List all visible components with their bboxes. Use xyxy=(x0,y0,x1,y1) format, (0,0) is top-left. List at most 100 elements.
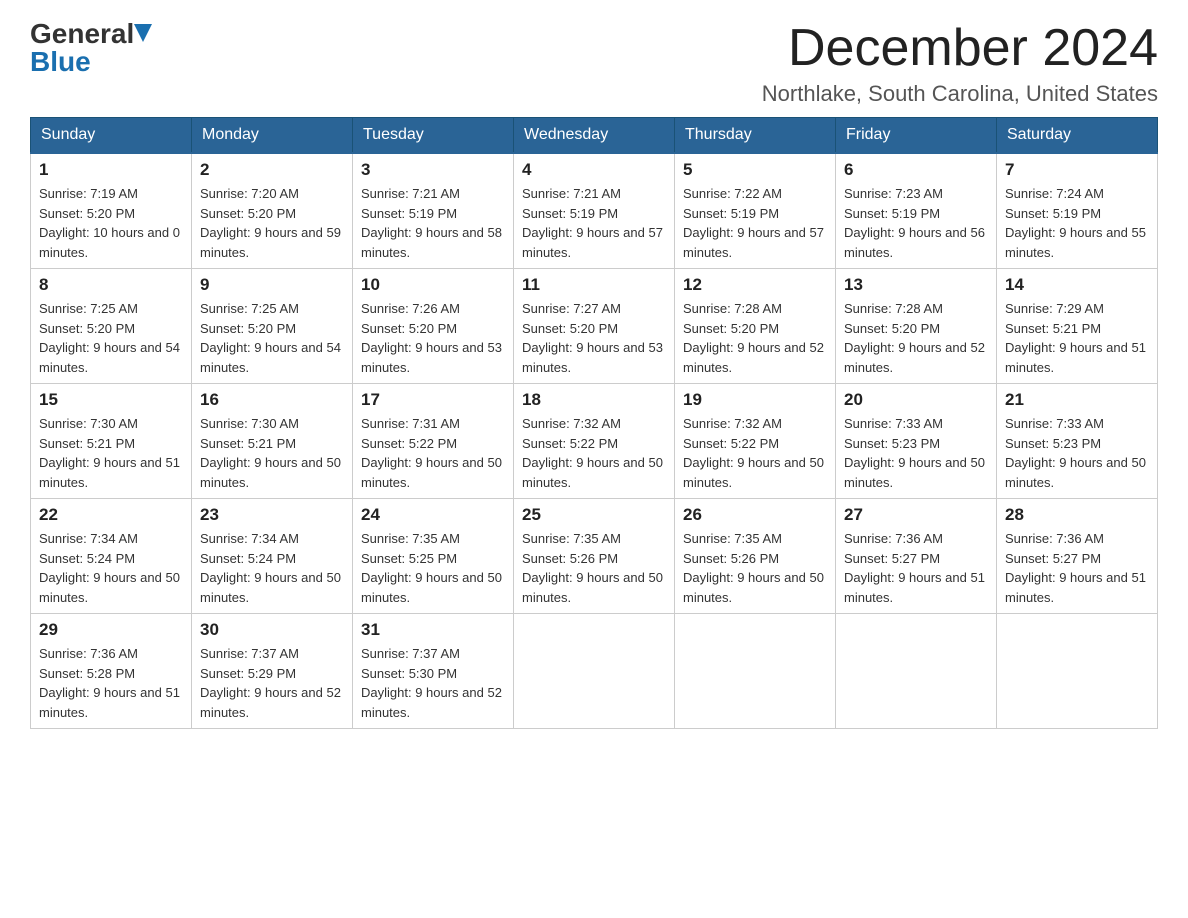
day-info: Sunrise: 7:25 AMSunset: 5:20 PMDaylight:… xyxy=(39,299,183,377)
calendar-week-row: 15 Sunrise: 7:30 AMSunset: 5:21 PMDayligh… xyxy=(31,384,1158,499)
calendar-cell: 20Sunrise: 7:33 AMSunset: 5:23 PMDayligh… xyxy=(836,384,997,499)
calendar-cell: 17 Sunrise: 7:31 AMSunset: 5:22 PMDayligh… xyxy=(353,384,514,499)
day-number: 30 xyxy=(200,620,344,640)
calendar-cell: 11Sunrise: 7:27 AMSunset: 5:20 PMDayligh… xyxy=(514,269,675,384)
calendar-cell: 25Sunrise: 7:35 AMSunset: 5:26 PMDayligh… xyxy=(514,499,675,614)
day-info: Sunrise: 7:31 AMSunset: 5:22 PMDaylight:… xyxy=(361,414,505,492)
logo-arrow-icon xyxy=(134,24,152,44)
day-number: 25 xyxy=(522,505,666,525)
logo-blue-text: Blue xyxy=(30,48,91,76)
calendar-cell: 18 Sunrise: 7:32 AMSunset: 5:22 PMDayligh… xyxy=(514,384,675,499)
calendar-cell: 10Sunrise: 7:26 AMSunset: 5:20 PMDayligh… xyxy=(353,269,514,384)
day-info: Sunrise: 7:37 AMSunset: 5:29 PMDaylight:… xyxy=(200,644,344,722)
day-number: 12 xyxy=(683,275,827,295)
calendar-cell xyxy=(675,614,836,729)
day-info: Sunrise: 7:24 AMSunset: 5:19 PMDaylight:… xyxy=(1005,184,1149,262)
day-info: Sunrise: 7:28 AMSunset: 5:20 PMDaylight:… xyxy=(683,299,827,377)
day-info: Sunrise: 7:28 AMSunset: 5:20 PMDaylight:… xyxy=(844,299,988,377)
day-info: Sunrise: 7:34 AMSunset: 5:24 PMDaylight:… xyxy=(39,529,183,607)
month-title: December 2024 xyxy=(762,20,1158,77)
day-number: 18 xyxy=(522,390,666,410)
day-number: 29 xyxy=(39,620,183,640)
day-number: 7 xyxy=(1005,160,1149,180)
day-number: 19 xyxy=(683,390,827,410)
calendar-cell: 3Sunrise: 7:21 AMSunset: 5:19 PMDaylight… xyxy=(353,153,514,269)
day-info: Sunrise: 7:35 AMSunset: 5:25 PMDaylight:… xyxy=(361,529,505,607)
calendar-cell: 27 Sunrise: 7:36 AMSunset: 5:27 PMDayligh… xyxy=(836,499,997,614)
day-info: Sunrise: 7:32 AMSunset: 5:22 PMDaylight:… xyxy=(522,414,666,492)
calendar-cell: 9 Sunrise: 7:25 AMSunset: 5:20 PMDaylight… xyxy=(192,269,353,384)
calendar-cell: 22 Sunrise: 7:34 AMSunset: 5:24 PMDayligh… xyxy=(31,499,192,614)
logo-general-text: General xyxy=(30,20,134,48)
day-number: 27 xyxy=(844,505,988,525)
day-number: 5 xyxy=(683,160,827,180)
day-info: Sunrise: 7:25 AMSunset: 5:20 PMDaylight:… xyxy=(200,299,344,377)
day-number: 24 xyxy=(361,505,505,525)
calendar-week-row: 8 Sunrise: 7:25 AMSunset: 5:20 PMDaylight… xyxy=(31,269,1158,384)
header-friday: Friday xyxy=(836,118,997,154)
header-thursday: Thursday xyxy=(675,118,836,154)
calendar-cell: 15Sunrise: 7:30 AMSunset: 5:21 PMDayligh… xyxy=(31,384,192,499)
day-number: 17 xyxy=(361,390,505,410)
day-info: Sunrise: 7:26 AMSunset: 5:20 PMDaylight:… xyxy=(361,299,505,377)
calendar-cell: 7 Sunrise: 7:24 AMSunset: 5:19 PMDaylight… xyxy=(997,153,1158,269)
day-info: Sunrise: 7:22 AMSunset: 5:19 PMDaylight:… xyxy=(683,184,827,262)
calendar-cell: 13 Sunrise: 7:28 AMSunset: 5:20 PMDayligh… xyxy=(836,269,997,384)
calendar-cell: 24 Sunrise: 7:35 AMSunset: 5:25 PMDayligh… xyxy=(353,499,514,614)
day-info: Sunrise: 7:23 AMSunset: 5:19 PMDaylight:… xyxy=(844,184,988,262)
calendar-cell xyxy=(514,614,675,729)
calendar-cell: 19Sunrise: 7:32 AMSunset: 5:22 PMDayligh… xyxy=(675,384,836,499)
calendar-table: SundayMondayTuesdayWednesdayThursdayFrid… xyxy=(30,117,1158,729)
calendar-cell: 16 Sunrise: 7:30 AMSunset: 5:21 PMDayligh… xyxy=(192,384,353,499)
page-header: General Blue December 2024 Northlake, So… xyxy=(30,20,1158,107)
calendar-cell: 23Sunrise: 7:34 AMSunset: 5:24 PMDayligh… xyxy=(192,499,353,614)
day-number: 28 xyxy=(1005,505,1149,525)
day-info: Sunrise: 7:36 AMSunset: 5:27 PMDaylight:… xyxy=(844,529,988,607)
day-number: 31 xyxy=(361,620,505,640)
header-tuesday: Tuesday xyxy=(353,118,514,154)
day-info: Sunrise: 7:29 AMSunset: 5:21 PMDaylight:… xyxy=(1005,299,1149,377)
calendar-cell: 5 Sunrise: 7:22 AMSunset: 5:19 PMDaylight… xyxy=(675,153,836,269)
header-monday: Monday xyxy=(192,118,353,154)
calendar-cell: 2 Sunrise: 7:20 AMSunset: 5:20 PMDaylight… xyxy=(192,153,353,269)
day-number: 22 xyxy=(39,505,183,525)
calendar-cell: 1Sunrise: 7:19 AMSunset: 5:20 PMDaylight… xyxy=(31,153,192,269)
calendar-week-row: 22 Sunrise: 7:34 AMSunset: 5:24 PMDayligh… xyxy=(31,499,1158,614)
calendar-cell: 8 Sunrise: 7:25 AMSunset: 5:20 PMDaylight… xyxy=(31,269,192,384)
day-number: 8 xyxy=(39,275,183,295)
header-sunday: Sunday xyxy=(31,118,192,154)
day-info: Sunrise: 7:37 AMSunset: 5:30 PMDaylight:… xyxy=(361,644,505,722)
day-info: Sunrise: 7:36 AMSunset: 5:28 PMDaylight:… xyxy=(39,644,183,722)
calendar-cell xyxy=(836,614,997,729)
day-number: 6 xyxy=(844,160,988,180)
calendar-week-row: 29 Sunrise: 7:36 AMSunset: 5:28 PMDayligh… xyxy=(31,614,1158,729)
day-number: 4 xyxy=(522,160,666,180)
day-number: 2 xyxy=(200,160,344,180)
day-info: Sunrise: 7:33 AMSunset: 5:23 PMDaylight:… xyxy=(844,414,988,492)
day-number: 11 xyxy=(522,275,666,295)
day-info: Sunrise: 7:34 AMSunset: 5:24 PMDaylight:… xyxy=(200,529,344,607)
day-number: 15 xyxy=(39,390,183,410)
calendar-header-row: SundayMondayTuesdayWednesdayThursdayFrid… xyxy=(31,118,1158,154)
calendar-cell: 4 Sunrise: 7:21 AMSunset: 5:19 PMDaylight… xyxy=(514,153,675,269)
day-info: Sunrise: 7:36 AMSunset: 5:27 PMDaylight:… xyxy=(1005,529,1149,607)
day-info: Sunrise: 7:21 AMSunset: 5:19 PMDaylight:… xyxy=(522,184,666,262)
day-number: 9 xyxy=(200,275,344,295)
calendar-cell: 29 Sunrise: 7:36 AMSunset: 5:28 PMDayligh… xyxy=(31,614,192,729)
calendar-cell: 14Sunrise: 7:29 AMSunset: 5:21 PMDayligh… xyxy=(997,269,1158,384)
header-saturday: Saturday xyxy=(997,118,1158,154)
day-info: Sunrise: 7:35 AMSunset: 5:26 PMDaylight:… xyxy=(683,529,827,607)
logo: General Blue xyxy=(30,20,152,76)
day-number: 16 xyxy=(200,390,344,410)
calendar-cell xyxy=(997,614,1158,729)
calendar-cell: 12 Sunrise: 7:28 AMSunset: 5:20 PMDayligh… xyxy=(675,269,836,384)
calendar-cell: 30 Sunrise: 7:37 AMSunset: 5:29 PMDayligh… xyxy=(192,614,353,729)
day-info: Sunrise: 7:30 AMSunset: 5:21 PMDaylight:… xyxy=(200,414,344,492)
calendar-cell: 26 Sunrise: 7:35 AMSunset: 5:26 PMDayligh… xyxy=(675,499,836,614)
day-info: Sunrise: 7:20 AMSunset: 5:20 PMDaylight:… xyxy=(200,184,344,262)
day-info: Sunrise: 7:19 AMSunset: 5:20 PMDaylight:… xyxy=(39,184,183,262)
day-number: 26 xyxy=(683,505,827,525)
title-section: December 2024 Northlake, South Carolina,… xyxy=(762,20,1158,107)
day-number: 13 xyxy=(844,275,988,295)
calendar-cell: 21Sunrise: 7:33 AMSunset: 5:23 PMDayligh… xyxy=(997,384,1158,499)
